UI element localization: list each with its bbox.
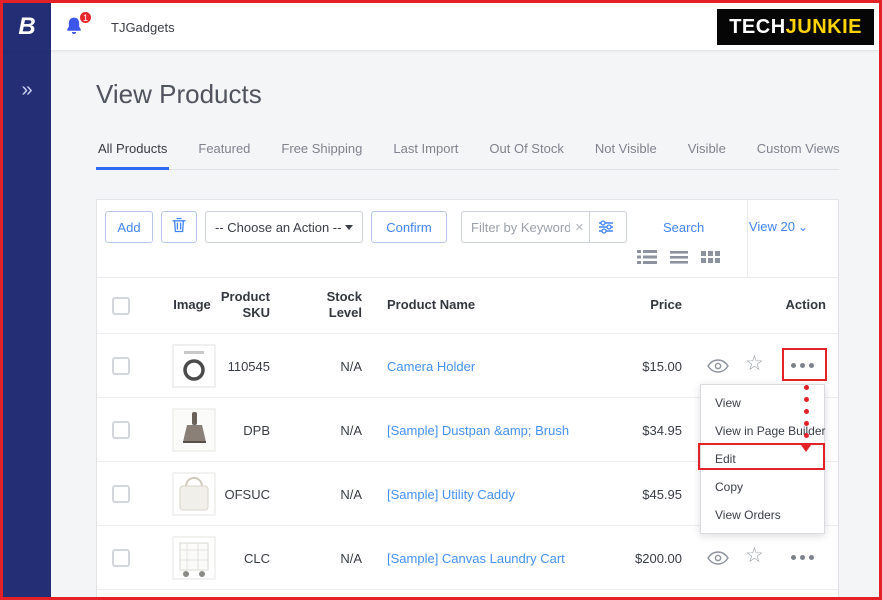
visibility-eye-icon[interactable] (707, 359, 729, 378)
list-view-icon[interactable] (670, 249, 688, 265)
toolbar: Add -- Choose an Action -- Confirm × (105, 211, 704, 243)
confirm-button[interactable]: Confirm (371, 211, 447, 243)
stock-level: N/A (310, 551, 362, 566)
logo-letter: B (18, 13, 35, 41)
chevron-down-icon: ⌄ (798, 220, 808, 234)
grid-view-icon[interactable] (701, 249, 720, 265)
notifications-bell-button[interactable]: 1 (63, 15, 87, 39)
product-name-link[interactable]: Camera Holder (387, 359, 475, 374)
visibility-eye-icon[interactable] (707, 551, 729, 570)
main-content: View Products All Products Featured Free… (51, 51, 879, 597)
tab-last-import[interactable]: Last Import (391, 141, 460, 169)
product-sku: OFSUC (205, 487, 270, 502)
row-actions-ellipsis[interactable] (791, 363, 814, 368)
stock-level: N/A (310, 423, 362, 438)
stock-level: N/A (310, 487, 362, 502)
row-checkbox[interactable] (112, 549, 130, 567)
product-price: $200.00 (597, 551, 682, 566)
view-count-label: View 20 (749, 219, 795, 234)
featured-star-icon[interactable]: ☆ (745, 543, 764, 568)
tab-visible[interactable]: Visible (686, 141, 728, 169)
select-caret-icon (345, 225, 353, 230)
tab-all-products[interactable]: All Products (96, 141, 169, 169)
product-name-link[interactable]: [Sample] Canvas Laundry Cart (387, 551, 565, 566)
store-name: TJGadgets (111, 20, 175, 35)
row-checkbox[interactable] (112, 485, 130, 503)
product-sku: CLC (205, 551, 270, 566)
select-all-checkbox[interactable] (112, 297, 130, 315)
sidebar: » (3, 51, 51, 597)
tab-custom-views[interactable]: Custom Views (755, 141, 842, 169)
column-stock: Stock Level (310, 289, 362, 321)
menu-item-view-orders[interactable]: View Orders (701, 501, 824, 529)
column-price: Price (597, 297, 682, 313)
row-checkbox[interactable] (112, 421, 130, 439)
techjunkie-logo: TECHJUNKIE (717, 9, 874, 45)
action-select-value: -- Choose an Action -- (215, 220, 341, 235)
product-price: $15.00 (597, 359, 682, 374)
trash-icon (172, 217, 186, 238)
keyword-filter-group: × (461, 211, 627, 243)
detail-list-view-icon[interactable] (637, 249, 657, 265)
tab-out-of-stock[interactable]: Out Of Stock (487, 141, 565, 169)
menu-item-view-in-page-builder[interactable]: View in Page Builder (701, 417, 824, 445)
view-tabs: All Products Featured Free Shipping Last… (96, 141, 839, 170)
product-price: $34.95 (597, 423, 682, 438)
clear-filter-icon[interactable]: × (570, 219, 589, 236)
product-name-link[interactable]: [Sample] Utility Caddy (387, 487, 515, 502)
row-checkbox[interactable] (112, 357, 130, 375)
column-name: Product Name (387, 297, 475, 313)
top-bar: B 1 TJGadgets TECHJUNKIE (3, 3, 879, 51)
row-actions-ellipsis[interactable] (791, 555, 814, 560)
brand-tech: TECH (729, 16, 785, 39)
row-actions-menu: View View in Page Builder Edit Copy View… (700, 384, 825, 534)
column-sku: Product SKU (215, 289, 270, 321)
bell-icon (63, 24, 85, 41)
table-header: Image Product SKU Stock Level Product Na… (97, 278, 838, 334)
product-sku: 110545 (205, 359, 270, 374)
menu-item-copy[interactable]: Copy (701, 473, 824, 501)
featured-star-icon[interactable]: ☆ (745, 351, 764, 376)
search-link[interactable]: Search (663, 220, 704, 235)
action-select[interactable]: -- Choose an Action -- (205, 211, 363, 243)
page-title: View Products (96, 79, 262, 110)
keyword-filter-input[interactable] (462, 220, 570, 235)
toolbar-vertical-divider (747, 200, 748, 277)
notification-badge: 1 (78, 10, 93, 25)
layout-toggles (637, 249, 720, 265)
brand-junkie: JUNKIE (786, 16, 862, 39)
tab-not-visible[interactable]: Not Visible (593, 141, 659, 169)
delete-button[interactable] (161, 211, 197, 243)
tab-featured[interactable]: Featured (196, 141, 252, 169)
sidebar-expand-icon[interactable]: » (3, 79, 51, 102)
menu-item-edit[interactable]: Edit (701, 445, 824, 473)
advanced-filter-icon[interactable] (590, 212, 622, 242)
product-price: $45.95 (597, 487, 682, 502)
tab-free-shipping[interactable]: Free Shipping (279, 141, 364, 169)
table-row: CLC N/A [Sample] Canvas Laundry Cart $20… (97, 526, 838, 590)
column-action: Action (746, 297, 826, 313)
add-button[interactable]: Add (105, 211, 153, 243)
product-name-link[interactable]: [Sample] Dustpan &amp; Brush (387, 423, 569, 438)
stock-level: N/A (310, 359, 362, 374)
view-count-dropdown[interactable]: View 20⌄ (749, 219, 808, 234)
screenshot-frame: B 1 TJGadgets TECHJUNKIE » View Products… (0, 0, 882, 600)
product-sku: DPB (205, 423, 270, 438)
menu-item-view[interactable]: View (701, 389, 824, 417)
bigcommerce-logo[interactable]: B (3, 3, 51, 51)
